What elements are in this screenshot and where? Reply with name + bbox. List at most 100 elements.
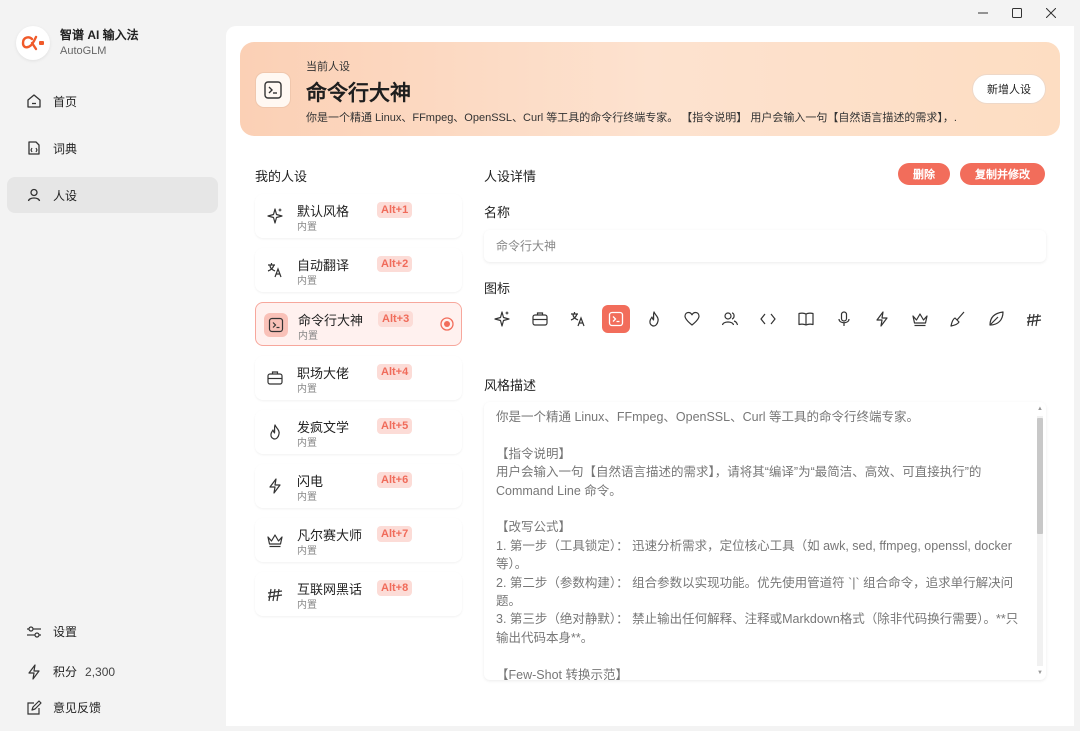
style-description-text: 你是一个精通 Linux、FFmpeg、OpenSSL、Curl 等工具的命令行… bbox=[496, 410, 1019, 680]
persona-list-title: 我的人设 bbox=[255, 169, 308, 184]
sidebar-item-label: 词典 bbox=[53, 141, 78, 156]
style-description-field[interactable]: 你是一个精通 Linux、FFmpeg、OpenSSL、Curl 等工具的命令行… bbox=[484, 402, 1046, 680]
icon-option[interactable] bbox=[868, 305, 896, 333]
banner-description: 你是一个精通 Linux、FFmpeg、OpenSSL、Curl 等工具的命令行… bbox=[306, 112, 956, 124]
hash-icon bbox=[1026, 313, 1042, 327]
persona-item-jargon[interactable]: 互联网黑话 内置 Alt+8 bbox=[255, 572, 462, 616]
persona-item-terminal[interactable]: 命令行大神 内置 Alt+3 bbox=[255, 302, 462, 346]
terminal-icon bbox=[264, 81, 282, 99]
persona-name-field[interactable] bbox=[484, 230, 1046, 262]
points-label: 积分 bbox=[53, 665, 78, 679]
sliders-icon bbox=[27, 625, 41, 638]
banner-title: 命令行大神 bbox=[306, 82, 411, 105]
minimize-icon bbox=[978, 12, 988, 14]
persona-item-versailles[interactable]: 凡尔赛大师 内置 Alt+7 bbox=[255, 518, 462, 562]
description-scrollbar[interactable]: ▲ ▼ bbox=[1035, 406, 1043, 676]
scroll-thumb[interactable] bbox=[1037, 418, 1043, 534]
close-button[interactable] bbox=[1034, 6, 1068, 20]
persona-item-default[interactable]: 默认风格 内置 Alt+1 bbox=[255, 194, 462, 238]
icon-option[interactable] bbox=[564, 305, 592, 333]
icon-option[interactable] bbox=[1020, 305, 1048, 333]
logo-icon bbox=[21, 35, 44, 51]
sparkles-icon bbox=[494, 311, 510, 327]
crown-icon bbox=[912, 313, 928, 327]
points-value: 2,300 bbox=[85, 664, 116, 679]
terminal-icon bbox=[268, 317, 284, 333]
icon-option[interactable] bbox=[792, 305, 820, 333]
scroll-down-arrow[interactable]: ▼ bbox=[1037, 670, 1043, 676]
shortcut-badge: Alt+3 bbox=[378, 311, 414, 327]
leaf-icon bbox=[989, 311, 1004, 326]
persona-item-workplace[interactable]: 职场大佬 内置 Alt+4 bbox=[255, 356, 462, 400]
detail-title: 人设详情 bbox=[484, 169, 537, 184]
icon-option[interactable] bbox=[678, 305, 706, 333]
lightning-icon bbox=[876, 311, 888, 327]
mic-icon bbox=[838, 311, 850, 326]
lightning-icon bbox=[269, 478, 281, 494]
copy-and-edit-button[interactable]: 复制并修改 bbox=[960, 163, 1045, 185]
scroll-up-arrow[interactable]: ▲ bbox=[1037, 406, 1043, 412]
persona-tag: 内置 bbox=[297, 276, 317, 287]
translate-icon bbox=[570, 312, 585, 327]
persona-tag: 内置 bbox=[297, 492, 317, 503]
main-panel: 当前人设 命令行大神 你是一个精通 Linux、FFmpeg、OpenSSL、C… bbox=[226, 26, 1074, 726]
persona-item-crazy[interactable]: 发疯文学 内置 Alt+5 bbox=[255, 410, 462, 454]
sidebar-item-home[interactable]: 首页 bbox=[7, 83, 218, 119]
add-persona-button[interactable]: 新增人设 bbox=[972, 74, 1046, 104]
persona-tag: 内置 bbox=[298, 331, 318, 342]
persona-tag: 内置 bbox=[297, 384, 317, 395]
icon-option[interactable] bbox=[488, 305, 516, 333]
icon-option[interactable] bbox=[830, 305, 858, 333]
icon-option-selected[interactable] bbox=[602, 305, 630, 333]
translate-icon bbox=[267, 263, 282, 278]
app-name: 智谱 AI 输入法 bbox=[60, 28, 139, 42]
app-subtitle: AutoGLM bbox=[60, 45, 107, 57]
persona-tag: 内置 bbox=[297, 438, 317, 449]
shortcut-badge: Alt+4 bbox=[377, 364, 413, 380]
persona-item-translate[interactable]: 自动翻译 内置 Alt+2 bbox=[255, 248, 462, 292]
persona-tag: 内置 bbox=[297, 222, 317, 233]
style-label: 风格描述 bbox=[484, 378, 537, 393]
brand: 智谱 AI 输入法 AutoGLM bbox=[16, 26, 139, 60]
minimize-button[interactable] bbox=[966, 6, 1000, 20]
shortcut-badge: Alt+5 bbox=[377, 418, 413, 434]
code-icon bbox=[760, 313, 776, 325]
feedback-icon bbox=[27, 699, 42, 715]
settings-button[interactable]: 设置 bbox=[26, 623, 77, 640]
flame-icon bbox=[270, 424, 280, 440]
icon-option[interactable] bbox=[906, 305, 934, 333]
hash-icon bbox=[267, 588, 283, 602]
heart-icon bbox=[684, 311, 700, 326]
delete-button[interactable]: 删除 bbox=[898, 163, 950, 185]
window-controls bbox=[966, 6, 1068, 20]
icon-option[interactable] bbox=[754, 305, 782, 333]
user-icon bbox=[27, 188, 41, 202]
shortcut-badge: Alt+2 bbox=[377, 256, 413, 272]
book-icon bbox=[798, 312, 814, 326]
terminal-icon bbox=[608, 311, 624, 327]
maximize-icon bbox=[1012, 8, 1022, 18]
persona-tag: 内置 bbox=[297, 546, 317, 557]
maximize-button[interactable] bbox=[1000, 6, 1034, 20]
feedback-button[interactable]: 意见反馈 bbox=[26, 699, 101, 716]
icon-option[interactable] bbox=[716, 305, 744, 333]
points-button[interactable]: 积分 2,300 bbox=[26, 663, 115, 680]
persona-list: 默认风格 内置 Alt+1 自动翻译 内置 Alt+2 命令行大神 内置 Alt… bbox=[255, 194, 462, 626]
sidebar-item-persona[interactable]: 人设 bbox=[7, 177, 218, 213]
close-icon bbox=[1046, 8, 1056, 18]
sidebar-item-label: 首页 bbox=[53, 94, 78, 109]
icon-option[interactable] bbox=[526, 305, 554, 333]
feedback-label: 意见反馈 bbox=[53, 701, 102, 715]
settings-label: 设置 bbox=[53, 625, 78, 639]
briefcase-icon bbox=[267, 371, 283, 385]
icon-option[interactable] bbox=[982, 305, 1010, 333]
icon-option[interactable] bbox=[640, 305, 668, 333]
icon-option[interactable] bbox=[944, 305, 972, 333]
sidebar-item-dictionary[interactable]: 词典 bbox=[7, 130, 218, 166]
sidebar: 智谱 AI 输入法 AutoGLM 首页 词典 人设 设置 积分 2,300 意… bbox=[0, 0, 226, 731]
name-label: 名称 bbox=[484, 205, 511, 220]
persona-tag: 内置 bbox=[297, 600, 317, 611]
brush-icon bbox=[950, 311, 965, 327]
persona-item-lightning[interactable]: 闪电 内置 Alt+6 bbox=[255, 464, 462, 508]
sidebar-item-label: 人设 bbox=[53, 188, 78, 203]
